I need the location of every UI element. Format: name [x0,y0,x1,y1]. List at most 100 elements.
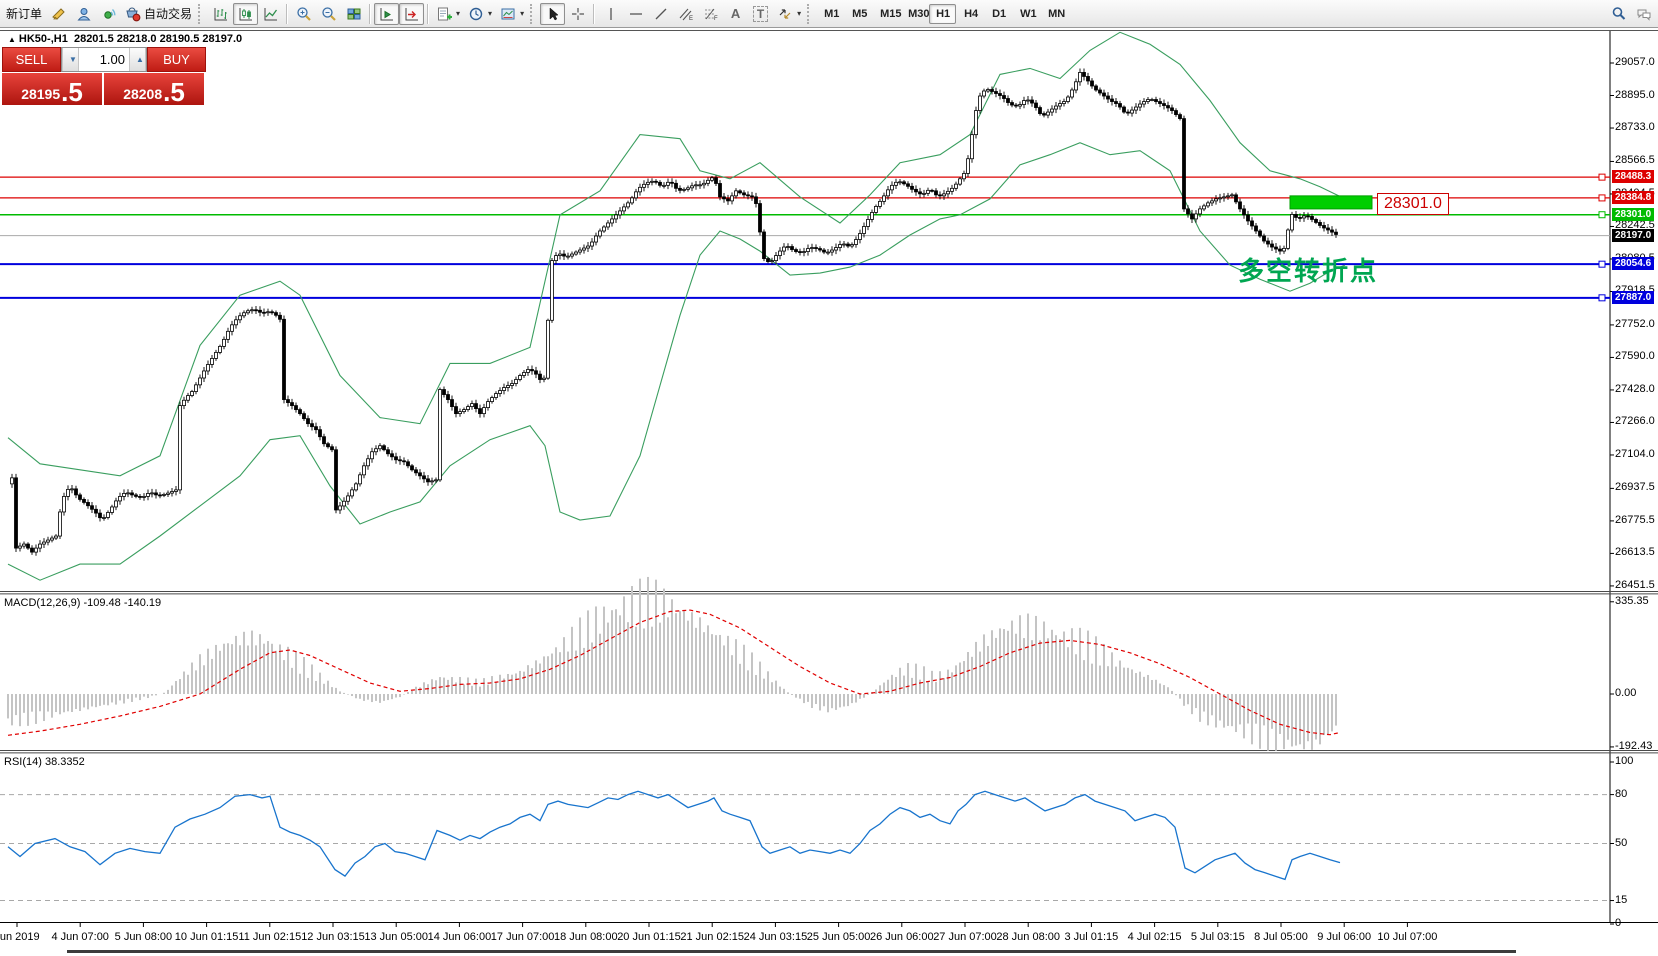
fibonacci-icon: F [703,6,719,22]
price-level-label: 28197.0 [1612,229,1654,242]
time-axis-label: 4 Jul 02:15 [1128,931,1182,943]
templates-button[interactable]: ▾ [496,3,528,25]
alerts-button[interactable] [46,3,71,25]
rsi-axis-tick: 80 [1615,788,1627,800]
time-axis-label: 13 Jun 05:00 [364,931,428,943]
volume-increase-button[interactable]: ▲ [129,48,146,71]
arrows-tool-button[interactable]: ▾ [773,3,805,25]
new-order-button[interactable]: 新订单 [2,3,46,25]
timeframe-d1-button[interactable]: D1 [985,4,1012,24]
macd-pane[interactable] [8,577,1340,751]
cursor-icon [545,6,561,22]
time-axis-label: 28 Jun 08:00 [996,931,1060,943]
rsi-label: RSI(14) 38.3352 [4,756,85,768]
tile-windows-button[interactable] [341,3,366,25]
sell-button[interactable]: SELL [2,47,61,72]
crosshair-button[interactable] [565,3,590,25]
bars-chart-icon [213,6,229,22]
chart-canvas[interactable] [0,0,1658,956]
svg-text:F: F [714,16,718,22]
chevron-down-icon: ▾ [797,9,801,18]
price-axis-tick: 26775.5 [1615,514,1655,526]
equidistant-channel-button[interactable]: E [673,3,698,25]
chart-shift-button[interactable] [399,3,424,25]
ohlc-values: 28201.5 28218.0 28190.5 28197.0 [74,33,242,45]
text-tool-button[interactable]: A [723,3,748,25]
signals-button[interactable] [96,3,121,25]
cursor-button[interactable] [540,3,565,25]
timeframe-group: M1M5M15M30H1H4D1W1MN [817,4,1068,24]
timeframe-m30-button[interactable]: M30 [901,4,928,24]
timeframe-m1-button[interactable]: M1 [817,4,844,24]
rsi-axis-tick: 50 [1615,837,1627,849]
volume-spinner: ▼ ▲ [61,47,147,72]
sell-price-frac: .5 [61,80,83,104]
sell-price-box[interactable]: 28195 .5 [2,73,102,105]
candlesticks [11,68,1338,555]
toolbar-separator [369,4,371,24]
buy-price-box[interactable]: 28208 .5 [104,73,204,105]
fibonacci-button[interactable]: F [698,3,723,25]
svg-text:E: E [689,16,693,22]
price-axis-tick: 27752.0 [1615,318,1655,330]
time-axis-label: 21 Jun 02:15 [680,931,744,943]
time-axis-label: 4 Jun 07:00 [51,931,109,943]
auto-scroll-button[interactable] [374,3,399,25]
periods-button[interactable]: ▾ [464,3,496,25]
toolbar-grip[interactable] [807,4,813,24]
highlight-rectangle[interactable] [1290,196,1372,209]
rsi-pane[interactable] [0,791,1610,900]
zoom-in-button[interactable] [291,3,316,25]
chevron-down-icon: ▾ [488,9,492,18]
buy-button[interactable]: BUY [147,47,206,72]
zoom-in-icon [296,6,312,22]
chart-title: ▲HK50-,H1 28201.5 28218.0 28190.5 28197.… [8,33,242,45]
autotrading-button[interactable]: 自动交易 [121,3,196,25]
candlestick-chart-button[interactable] [233,3,258,25]
toolbar-grip[interactable] [530,4,536,24]
zoom-out-icon [321,6,337,22]
time-axis-label: 9 Jul 06:00 [1317,931,1371,943]
price-level-label: 28054.6 [1612,257,1654,270]
channel-icon: E [678,6,694,22]
bars-chart-button[interactable] [208,3,233,25]
chart-note-text[interactable]: 多空转折点 [1238,251,1378,288]
timeframe-h1-button[interactable]: H1 [929,4,956,24]
timeframe-h4-button[interactable]: H4 [957,4,984,24]
toolbar-separator [593,4,595,24]
rsi-axis-tick: 0 [1615,917,1621,929]
indicators-button[interactable]: ▾ [432,3,464,25]
main-price-pane[interactable] [0,32,1610,580]
price-callout-label[interactable]: 28301.0 [1377,193,1449,215]
line-chart-button[interactable] [258,3,283,25]
horizontal-line-button[interactable] [623,3,648,25]
community-button[interactable] [71,3,96,25]
time-axis-label: 10 Jun 01:15 [175,931,239,943]
text-label-button[interactable]: T [748,3,773,25]
price-axis-tick: 28566.5 [1615,154,1655,166]
vertical-line-button[interactable] [598,3,623,25]
volume-input[interactable] [79,48,129,71]
horizontal-scrollbar[interactable] [67,950,1516,953]
chat-button[interactable] [1631,3,1656,25]
price-axis-tick: 26937.5 [1615,481,1655,493]
trendline-button[interactable] [648,3,673,25]
volume-decrease-button[interactable]: ▼ [62,48,79,71]
time-axis-label: 18 Jun 08:00 [554,931,618,943]
timeframe-m5-button[interactable]: M5 [845,4,872,24]
window-collapse-icon[interactable]: ▲ [8,35,16,44]
chat-icon [1636,6,1652,22]
auto-scroll-icon [379,6,395,22]
timeframe-m15-button[interactable]: M15 [873,4,900,24]
timeframe-mn-button[interactable]: MN [1041,4,1068,24]
time-axis-label: 24 Jun 03:15 [744,931,808,943]
price-level-label: 28301.0 [1612,208,1654,221]
arrows-icon [777,6,793,22]
timeframe-w1-button[interactable]: W1 [1013,4,1040,24]
time-axis-label: 20 Jun 01:15 [617,931,681,943]
crosshair-icon [570,6,586,22]
vline-icon [603,6,619,22]
toolbar-grip[interactable] [198,4,204,24]
zoom-out-button[interactable] [316,3,341,25]
search-button[interactable] [1606,3,1631,25]
